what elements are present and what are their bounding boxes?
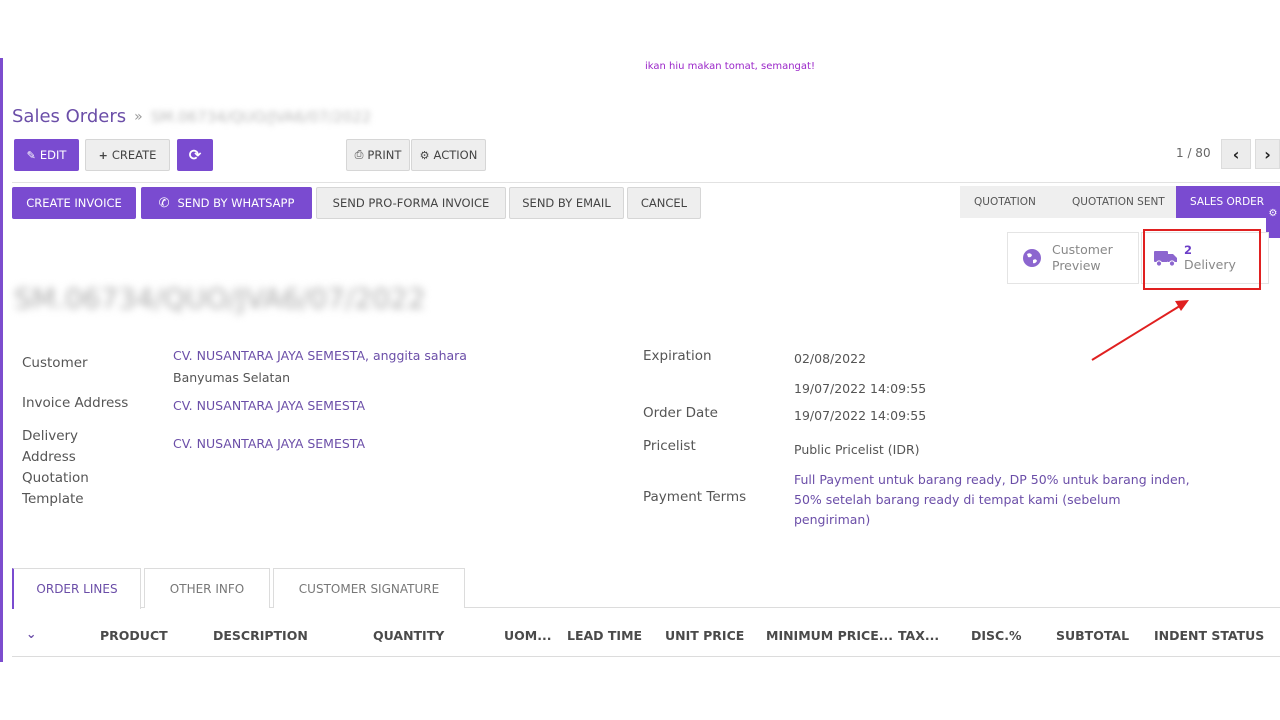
column-header-tax[interactable]: TAX... — [898, 628, 939, 643]
delivery-address-label-2: Address — [22, 449, 76, 465]
left-accent-bar — [0, 58, 3, 662]
tab-label: OTHER INFO — [169, 581, 245, 596]
column-header-uom[interactable]: UOM... — [504, 628, 551, 643]
edit-button[interactable]: ✎ EDIT — [14, 139, 79, 171]
create-invoice-label: CREATE INVOICE — [26, 196, 122, 210]
tab-other-info[interactable]: OTHER INFO — [144, 568, 270, 608]
expiration-sub: 19/07/2022 14:09:55 — [794, 381, 927, 396]
tab-label: ORDER LINES — [36, 582, 118, 596]
tab-order-lines[interactable]: ORDER LINES — [12, 568, 141, 609]
action-button[interactable]: ⚙ ACTION — [411, 139, 486, 171]
cancel-label: CANCEL — [640, 196, 688, 210]
stage-quotation-sent[interactable]: QUOTATION SENT — [1058, 186, 1176, 218]
annotation-arrow — [1091, 300, 1189, 361]
payment-terms-line-2[interactable]: 50% setelah barang ready di tempat kami … — [794, 490, 1121, 510]
create-invoice-button[interactable]: CREATE INVOICE — [12, 187, 136, 219]
breadcrumb: Sales Orders » SM.06734/QUO/JVA6/07/2022 — [12, 106, 371, 127]
column-header-description[interactable]: DESCRIPTION — [213, 628, 308, 643]
print-button-label: PRINT — [367, 148, 402, 162]
invoice-address-label: Invoice Address — [22, 395, 129, 411]
column-header-quantity[interactable]: QUANTITY — [373, 628, 444, 643]
payment-terms-label: Payment Terms — [643, 489, 747, 505]
globe-icon — [1023, 249, 1041, 267]
tab-customer-signature[interactable]: CUSTOMER SIGNATURE — [273, 568, 465, 608]
top-note: ikan hiu makan tomat, semangat! — [645, 61, 815, 72]
gear-icon: ⚙ — [1268, 207, 1278, 219]
refresh-button[interactable]: ⟳ — [177, 139, 213, 171]
expiration-label: Expiration — [643, 348, 712, 364]
column-header-lead-time[interactable]: LEAD TIME — [567, 628, 642, 643]
edit-button-label: EDIT — [39, 148, 67, 162]
pager-previous-button[interactable]: ‹ — [1221, 139, 1251, 169]
record-title: SM.06734/QUO/JVA6/07/2022 — [14, 282, 426, 315]
invoice-address-field[interactable]: CV. NUSANTARA JAYA SEMESTA — [173, 396, 365, 416]
breadcrumb-current: SM.06734/QUO/JVA6/07/2022 — [150, 107, 372, 126]
send-email-label: SEND BY EMAIL — [522, 196, 611, 210]
customer-preview-button[interactable]: Customer Preview — [1007, 232, 1139, 284]
whatsapp-icon: ✆ — [158, 195, 170, 211]
customer-preview-line1: Customer — [1052, 242, 1113, 257]
stage-quotation[interactable]: QUOTATION — [960, 186, 1066, 218]
quotation-template-label-1: Quotation — [22, 470, 89, 486]
highlight-box — [1143, 229, 1261, 290]
print-button[interactable]: ⎙ PRINT — [346, 139, 410, 171]
header-divider — [12, 182, 1280, 183]
pencil-icon: ✎ — [26, 148, 36, 162]
breadcrumb-separator: » — [134, 108, 143, 125]
table-header-divider — [12, 656, 1280, 657]
pricelist-label: Pricelist — [643, 438, 696, 454]
column-header-product[interactable]: PRODUCT — [100, 628, 168, 643]
customer-label: Customer — [22, 355, 88, 371]
plus-icon: + — [98, 148, 108, 162]
send-whatsapp-label: SEND BY WHATSAPP — [177, 196, 295, 210]
gear-icon: ⚙ — [419, 148, 430, 162]
delivery-address-field[interactable]: CV. NUSANTARA JAYA SEMESTA — [173, 434, 365, 454]
tab-label: CUSTOMER SIGNATURE — [298, 581, 440, 596]
pager-value: 1 / 80 — [1176, 146, 1211, 160]
customer-preview-line2: Preview — [1052, 258, 1101, 273]
column-header-subtotal[interactable]: SUBTOTAL — [1056, 628, 1129, 643]
column-header-discount[interactable]: DISC.% — [971, 628, 1021, 643]
send-email-button[interactable]: SEND BY EMAIL — [509, 187, 624, 219]
breadcrumb-parent[interactable]: Sales Orders — [12, 106, 126, 127]
status-bar: QUOTATION QUOTATION SENT SALES ORDER — [960, 186, 1280, 218]
side-panel-toggle[interactable]: ⚙ — [1266, 188, 1280, 238]
refresh-icon: ⟳ — [188, 146, 202, 164]
action-button-label: ACTION — [433, 148, 478, 162]
customer-field[interactable]: CV. NUSANTARA JAYA SEMESTA, anggita saha… — [173, 346, 467, 366]
pager-next-button[interactable]: › — [1255, 139, 1280, 169]
stage-label: SALES ORDER — [1190, 196, 1265, 208]
delivery-address-label-1: Delivery — [22, 428, 79, 444]
order-date-label: Order Date — [643, 405, 718, 421]
create-button[interactable]: + CREATE — [85, 139, 170, 171]
order-date-field[interactable]: 19/07/2022 14:09:55 — [794, 406, 926, 426]
stage-label: QUOTATION SENT — [1072, 196, 1165, 208]
printer-icon: ⎙ — [354, 148, 364, 161]
pricelist-field[interactable]: Public Pricelist (IDR) — [794, 440, 920, 460]
column-header-indent-status[interactable]: INDENT STATUS — [1154, 628, 1264, 643]
send-whatsapp-button[interactable]: ✆ SEND BY WHATSAPP — [141, 187, 312, 219]
send-proforma-label: SEND PRO-FORMA INVOICE — [332, 196, 490, 210]
quotation-template-label-2: Template — [22, 491, 84, 507]
chevron-down-icon[interactable]: ⌄ — [26, 626, 36, 641]
send-proforma-button[interactable]: SEND PRO-FORMA INVOICE — [316, 187, 506, 219]
chevron-left-icon: ‹ — [1232, 144, 1240, 164]
stage-label: QUOTATION — [974, 196, 1036, 208]
chevron-right-icon: › — [1264, 144, 1271, 164]
create-button-label: CREATE — [111, 148, 157, 162]
payment-terms-line-3[interactable]: pengiriman) — [794, 510, 870, 530]
customer-address-line: Banyumas Selatan — [173, 370, 291, 385]
column-header-minimum-price[interactable]: MINIMUM PRICE... — [766, 628, 893, 643]
payment-terms-line-1[interactable]: Full Payment untuk barang ready, DP 50% … — [794, 470, 1190, 490]
cancel-button[interactable]: CANCEL — [627, 187, 701, 219]
column-header-unit-price[interactable]: UNIT PRICE — [665, 628, 744, 643]
stage-sales-order[interactable]: SALES ORDER — [1176, 186, 1280, 218]
expiration-field[interactable]: 02/08/2022 — [794, 349, 866, 369]
